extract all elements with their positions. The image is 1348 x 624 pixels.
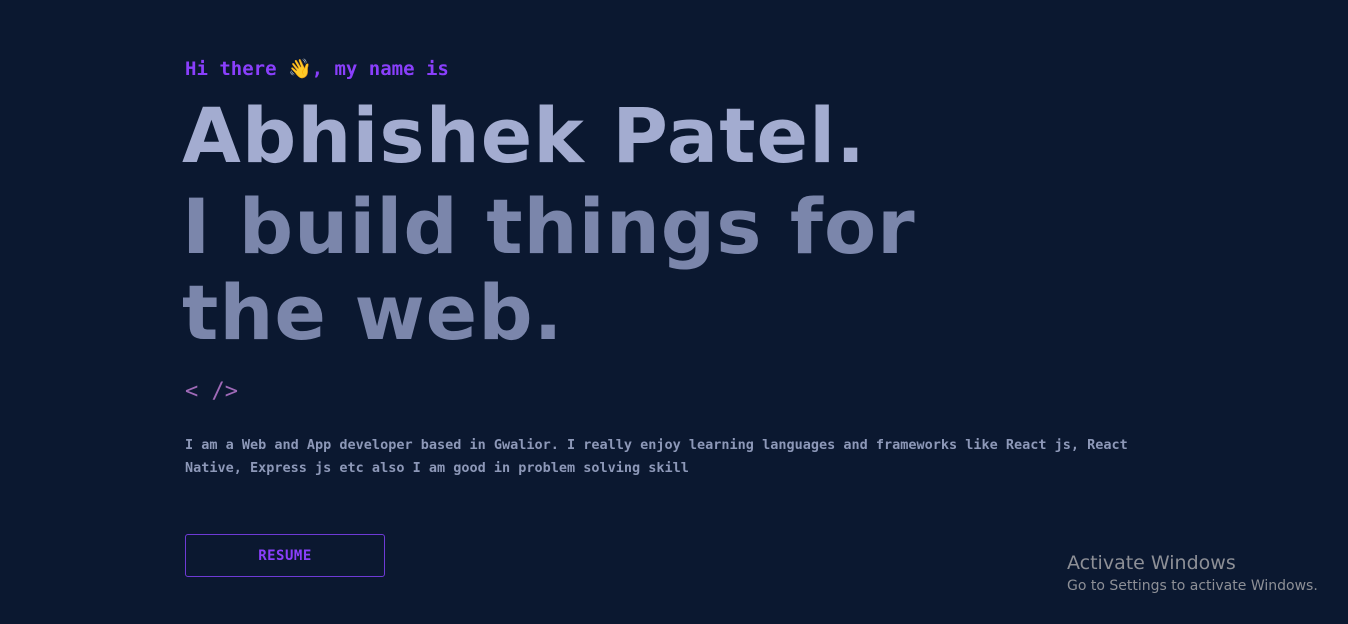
code-icon: < />	[185, 379, 238, 404]
resume-button[interactable]: RESUME	[185, 534, 385, 577]
bio-text: I am a Web and App developer based in Gw…	[185, 437, 1128, 476]
windows-activation-watermark: Activate Windows Go to Settings to activ…	[1067, 551, 1318, 597]
hero-tagline: I build things for the web.	[182, 182, 916, 357]
greeting-text: Hi there 👋, my name is	[185, 58, 449, 80]
watermark-subtitle: Go to Settings to activate Windows.	[1067, 578, 1318, 594]
hero-section: Hi there 👋, my name is Abhishek Patel. I…	[182, 56, 1165, 480]
hero-name: Abhishek Patel.	[182, 91, 867, 180]
watermark-title: Activate Windows	[1067, 552, 1236, 574]
page: Hi there 👋, my name is Abhishek Patel. I…	[0, 0, 1348, 624]
